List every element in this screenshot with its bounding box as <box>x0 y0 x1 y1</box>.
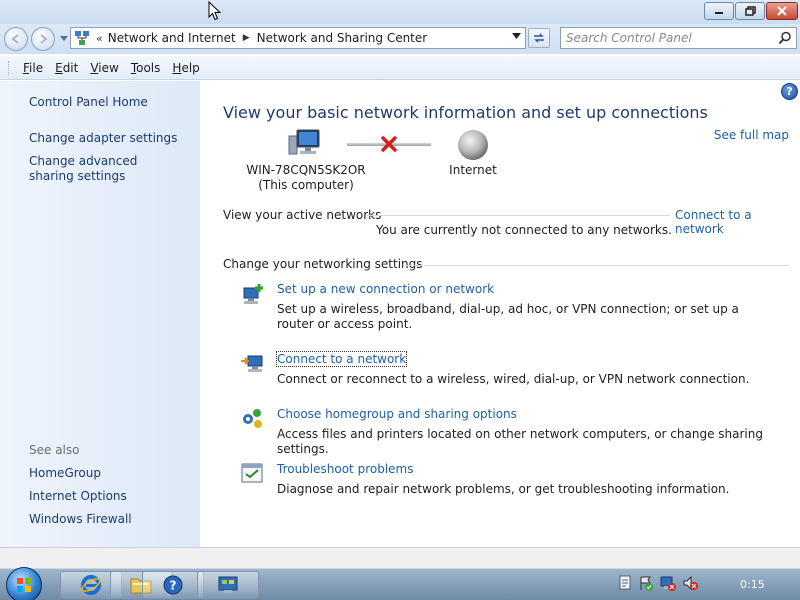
minimize-icon <box>715 12 723 14</box>
taskbar-help-button[interactable]: ? <box>142 571 204 599</box>
menu-help-label: elp <box>181 60 200 75</box>
taskbar-control-panel-button[interactable] <box>197 571 259 599</box>
help-icon[interactable]: ? <box>781 83 798 100</box>
close-icon <box>777 6 787 16</box>
forward-button[interactable] <box>31 27 55 51</box>
disconnected-x-icon[interactable] <box>381 136 397 152</box>
back-button[interactable] <box>4 27 28 51</box>
change-settings-rule <box>404 265 789 266</box>
address-bar[interactable]: « Network and Internet ▶ Network and Sha… <box>70 27 526 49</box>
task-link-homegroup[interactable]: Choose homegroup and sharing options <box>277 407 517 421</box>
sidebar: Control Panel Home Change adapter settin… <box>0 81 200 547</box>
task-desc-connect-network: Connect or reconnect to a wireless, wire… <box>277 372 750 386</box>
task-new-connection: Set up a new connection or network Set u… <box>240 282 780 332</box>
taskbar-clock[interactable]: 0:15 <box>740 578 765 591</box>
task-desc-troubleshoot: Diagnose and repair network problems, or… <box>277 482 730 496</box>
connect-network-icon[interactable] <box>240 352 266 376</box>
start-button[interactable] <box>6 567 42 600</box>
troubleshoot-icon[interactable] <box>240 462 266 486</box>
sidebar-link-internet-options[interactable]: Internet Options <box>29 489 127 504</box>
status-strip <box>0 547 800 568</box>
breadcrumb-overflow[interactable]: « <box>96 32 103 45</box>
task-link-connect-network[interactable]: Connect to a network <box>275 351 408 367</box>
internet-explorer-icon <box>81 575 101 595</box>
homegroup-icon[interactable] <box>240 407 266 431</box>
not-connected-message: You are currently not connected to any n… <box>376 223 672 237</box>
active-networks-rule <box>366 215 670 216</box>
see-also-heading: See also <box>29 443 80 457</box>
taskbar: ? 0:15 <box>0 567 800 600</box>
computer-caption: (This computer) <box>258 178 354 192</box>
active-networks-heading: View your active networks <box>223 208 382 222</box>
menu-file-label: ile <box>29 60 44 75</box>
task-link-new-connection[interactable]: Set up a new connection or network <box>277 282 494 296</box>
task-homegroup: Choose homegroup and sharing options Acc… <box>240 407 780 456</box>
computer-icon[interactable] <box>287 128 321 158</box>
sidebar-link-homegroup[interactable]: HomeGroup <box>29 466 101 481</box>
svg-text:?: ? <box>170 579 177 593</box>
navigation-bar: « Network and Internet ▶ Network and Sha… <box>0 24 800 54</box>
sidebar-link-control-panel-home[interactable]: Control Panel Home <box>29 95 148 110</box>
search-box[interactable] <box>560 27 797 49</box>
maximize-button[interactable] <box>735 2 765 20</box>
task-desc-homegroup: Access files and printers located on oth… <box>277 427 763 456</box>
menu-bar: File Edit View Tools Help <box>0 56 800 80</box>
restore-icon <box>744 6 756 16</box>
refresh-button[interactable] <box>528 28 550 48</box>
control-panel-icon <box>218 576 238 593</box>
address-dropdown-icon[interactable] <box>512 33 521 39</box>
task-link-troubleshoot[interactable]: Troubleshoot problems <box>277 462 413 476</box>
new-connection-icon[interactable] <box>240 282 266 306</box>
forward-arrow-icon <box>40 34 48 44</box>
minimize-button[interactable] <box>704 2 734 20</box>
sidebar-link-change-adapter-settings[interactable]: Change adapter settings <box>29 131 177 146</box>
menu-tools[interactable]: Tools <box>125 61 167 75</box>
system-tray <box>618 575 698 591</box>
menu-view-label: iew <box>98 60 119 75</box>
computer-name: WIN-78CQN5SK2OR <box>246 163 366 177</box>
breadcrumb-network-and-internet[interactable]: Network and Internet <box>108 31 236 45</box>
menu-edit[interactable]: Edit <box>49 61 84 75</box>
menu-file[interactable]: File <box>17 61 49 75</box>
main-content: ? View your basic network information an… <box>200 81 800 547</box>
help-support-icon: ? <box>163 575 183 595</box>
window-titlebar[interactable] <box>0 0 800 24</box>
computer-node: WIN-78CQN5SK2OR (This computer) <box>223 163 389 193</box>
internet-label: Internet <box>449 163 497 177</box>
internet-globe-icon[interactable] <box>457 129 489 161</box>
tray-document-icon[interactable] <box>618 575 632 591</box>
breadcrumb-separator-icon[interactable]: ▶ <box>243 33 250 43</box>
network-center-icon <box>75 31 89 45</box>
search-input[interactable] <box>561 28 771 48</box>
page-title: View your basic network information and … <box>223 103 708 122</box>
network-disconnected-icon[interactable] <box>660 575 676 591</box>
menu-help[interactable]: Help <box>166 61 205 75</box>
menu-edit-label: dit <box>62 60 79 75</box>
menu-view[interactable]: View <box>84 61 124 75</box>
windows-logo-icon <box>17 578 31 592</box>
refresh-icon <box>534 33 544 43</box>
mouse-cursor-icon <box>208 1 222 21</box>
connect-to-network-link[interactable]: Connect to a network <box>675 208 800 236</box>
menu-tools-label: ools <box>136 60 161 75</box>
search-icon[interactable] <box>778 31 792 45</box>
volume-muted-icon[interactable] <box>682 575 698 591</box>
recent-pages-dropdown[interactable] <box>60 36 68 41</box>
action-center-flag-icon[interactable] <box>638 575 654 591</box>
breadcrumb-network-sharing-center[interactable]: Network and Sharing Center <box>257 31 428 45</box>
task-troubleshoot: Troubleshoot problems Diagnose and repai… <box>240 462 780 498</box>
window-controls <box>704 2 798 20</box>
close-button[interactable] <box>766 2 798 20</box>
sidebar-link-change-advanced-sharing[interactable]: Change advanced sharing settings <box>29 154 179 184</box>
back-arrow-icon <box>11 34 19 44</box>
change-settings-heading: Change your networking settings <box>223 257 423 271</box>
sidebar-link-windows-firewall[interactable]: Windows Firewall <box>29 512 132 527</box>
menu-grip <box>8 60 11 75</box>
task-connect-network: Connect to a network Connect or reconnec… <box>240 351 780 388</box>
task-desc-new-connection: Set up a wireless, broadband, dial-up, a… <box>277 302 739 331</box>
see-full-map-link[interactable]: See full map <box>714 128 789 142</box>
network-map: WIN-78CQN5SK2OR (This computer) Internet <box>223 125 563 197</box>
